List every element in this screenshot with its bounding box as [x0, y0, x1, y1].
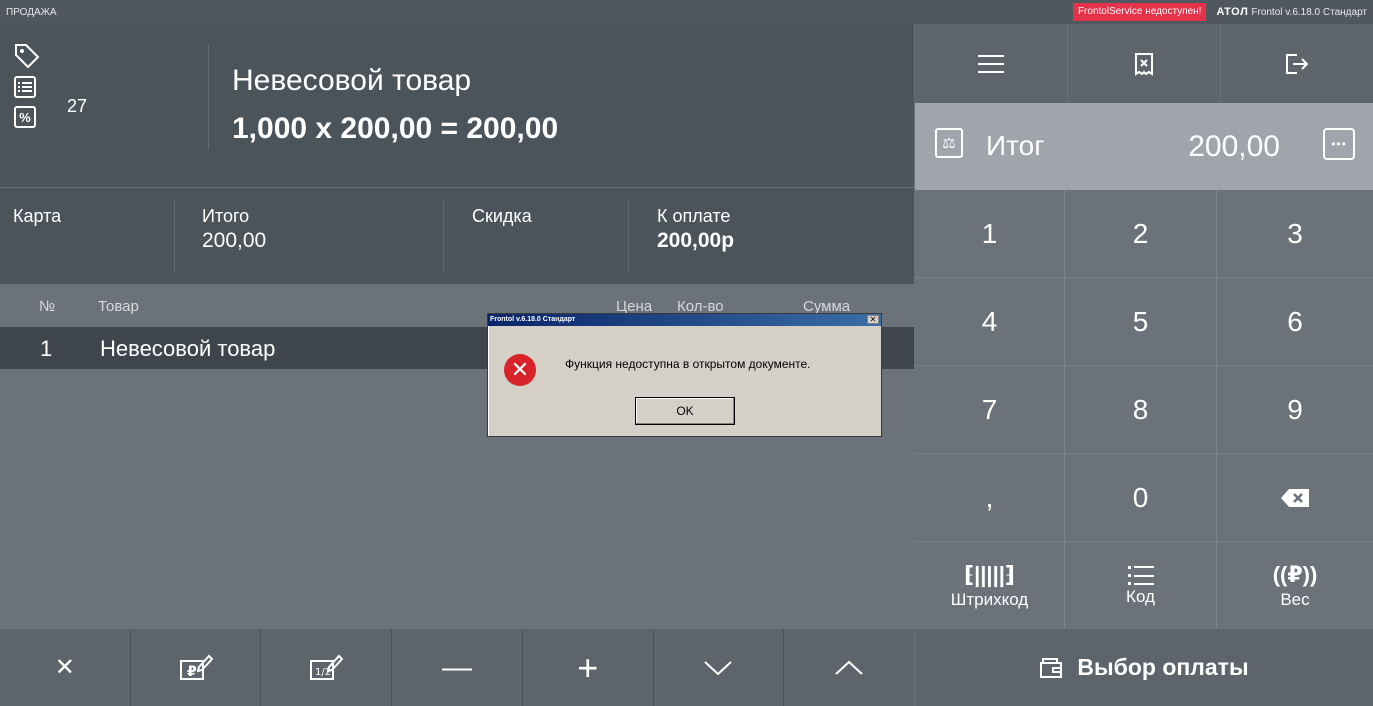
column-no: №: [39, 298, 56, 315]
dialog-title-bar: Frontol v.6.18.0 Стандарт ✕: [488, 314, 881, 326]
menu-button[interactable]: [915, 24, 1068, 103]
wallet-icon: [1040, 657, 1063, 678]
header-icons: %: [14, 42, 40, 128]
subtotal-label: Итого: [202, 206, 250, 226]
svg-text:₽: ₽: [187, 664, 197, 680]
tag-icon[interactable]: [14, 42, 40, 69]
totals-divider: [174, 200, 175, 272]
menu-icon: [978, 54, 1004, 73]
card-cell[interactable]: Карта: [13, 206, 61, 227]
weight-button[interactable]: ((₽)) Вес: [1217, 542, 1373, 630]
key-comma[interactable]: ,: [915, 454, 1065, 542]
barcode-icon: ⁅|||||⁆: [964, 561, 1015, 587]
totals-divider: [443, 200, 444, 272]
dialog-message: Функция недоступна в открытом документе.: [565, 357, 811, 371]
total-label: Итог: [986, 130, 1045, 161]
discount-cell[interactable]: Скидка: [472, 206, 532, 227]
current-item-panel: % 27 Невесовой товар 1,000 x 200,00 = 20…: [0, 24, 914, 187]
total-row: ⚖ Итог 200,00 •••: [915, 103, 1373, 190]
key-0[interactable]: 0: [1065, 454, 1217, 542]
logout-icon: [1286, 53, 1309, 74]
weight-label: Вес: [1280, 589, 1310, 609]
totals-strip: Карта Итого 200,00 Скидка К оплате 200,0…: [0, 188, 914, 284]
pay-label: Выбор оплаты: [1077, 654, 1249, 680]
dialog-title: Frontol v.6.18.0 Стандарт: [490, 316, 576, 323]
plus-icon: +: [577, 646, 599, 688]
edit-quantity-button[interactable]: 1/2: [261, 629, 393, 706]
mode-label: ПРОДАЖА: [6, 6, 57, 18]
receipt-cancel-icon: [1135, 52, 1153, 76]
total-value: 200,00: [1188, 130, 1280, 163]
price-edit-icon: ₽: [179, 654, 213, 680]
key-4[interactable]: 4: [915, 278, 1065, 366]
payment-select-button[interactable]: Выбор оплаты: [915, 629, 1373, 706]
scroll-down-button[interactable]: [654, 629, 785, 706]
version-label: Frontol v.6.18.0 Стандарт: [1251, 6, 1367, 18]
key-7[interactable]: 7: [915, 366, 1065, 454]
edit-price-button[interactable]: ₽: [131, 629, 262, 706]
key-2[interactable]: 2: [1065, 190, 1217, 278]
due-label: К оплате: [657, 206, 731, 226]
row-number: 1: [40, 336, 53, 361]
close-icon: ✕: [54, 654, 75, 681]
decrease-button[interactable]: —: [392, 629, 523, 706]
more-icon[interactable]: •••: [1323, 128, 1355, 160]
keypad: 1 2 3 4 5 6 7 8 9 , 0 ⁅|||||⁆ Штрихкод К…: [915, 190, 1373, 630]
delete-button[interactable]: ✕: [0, 629, 131, 706]
minus-icon: —: [442, 650, 473, 684]
cancel-receipt-button[interactable]: [1068, 24, 1221, 103]
key-1[interactable]: 1: [915, 190, 1065, 278]
error-dialog: Frontol v.6.18.0 Стандарт ✕ ✕ Функция не…: [487, 313, 882, 437]
error-icon: ✕: [504, 354, 536, 386]
weight-icon: ((₽)): [1272, 561, 1318, 587]
key-3[interactable]: 3: [1217, 190, 1373, 278]
backspace-icon: [1281, 488, 1309, 507]
quantity-edit-icon: 1/2: [310, 654, 344, 680]
logout-button[interactable]: [1221, 24, 1373, 103]
item-name: Невесовой товар: [232, 64, 472, 97]
chevron-down-icon: [704, 660, 733, 675]
atol-logo: ATOЛ: [1216, 6, 1249, 18]
item-formula: 1,000 x 200,00 = 200,00: [232, 112, 559, 145]
discount-label: Скидка: [472, 206, 532, 226]
chevron-up-icon: [835, 660, 863, 675]
card-label: Карта: [13, 206, 62, 226]
frontol-app: ПРОДАЖА FrontolService недоступен! ATOЛ …: [0, 0, 1373, 706]
subtotal-cell: Итого 200,00: [202, 206, 266, 253]
header-divider: [208, 44, 209, 149]
scale-icon[interactable]: ⚖: [935, 128, 963, 158]
column-item: Товар: [98, 298, 139, 315]
list-icon[interactable]: [14, 76, 36, 98]
totals-divider: [628, 200, 629, 272]
key-8[interactable]: 8: [1065, 366, 1217, 454]
bottom-toolbar: ✕ ₽ 1/2 — +: [0, 629, 914, 706]
code-button[interactable]: Код: [1065, 542, 1217, 630]
barcode-button[interactable]: ⁅|||||⁆ Штрихкод: [915, 542, 1065, 630]
subtotal-value: 200,00: [202, 229, 267, 252]
key-6[interactable]: 6: [1217, 278, 1373, 366]
barcode-label: Штрихкод: [950, 589, 1029, 609]
backspace-button[interactable]: [1217, 454, 1373, 542]
increase-button[interactable]: +: [523, 629, 654, 706]
key-5[interactable]: 5: [1065, 278, 1217, 366]
top-bar: ПРОДАЖА FrontolService недоступен! ATOЛ …: [0, 0, 1373, 24]
row-item-name: Невесовой товар: [100, 336, 276, 361]
key-9[interactable]: 9: [1217, 366, 1373, 454]
service-warning-badge: FrontolService недоступен!: [1072, 3, 1207, 21]
scroll-up-button[interactable]: [784, 629, 914, 706]
receipt-count: 27: [67, 96, 88, 116]
close-icon[interactable]: ✕: [867, 315, 879, 324]
ok-button[interactable]: OK: [635, 397, 735, 425]
status-area: FrontolService недоступен! ATOЛ Frontol …: [1072, 0, 1373, 24]
due-cell: К оплате 200,00р: [657, 206, 734, 253]
code-list-icon: [1127, 565, 1154, 585]
due-value: 200,00р: [657, 229, 735, 252]
right-panel: ⚖ Итог 200,00 ••• 1 2 3 4 5 6 7 8 9 , 0 …: [915, 24, 1373, 706]
code-label: Код: [1126, 586, 1155, 606]
menu-row: [915, 24, 1373, 103]
percent-icon[interactable]: %: [14, 106, 36, 128]
